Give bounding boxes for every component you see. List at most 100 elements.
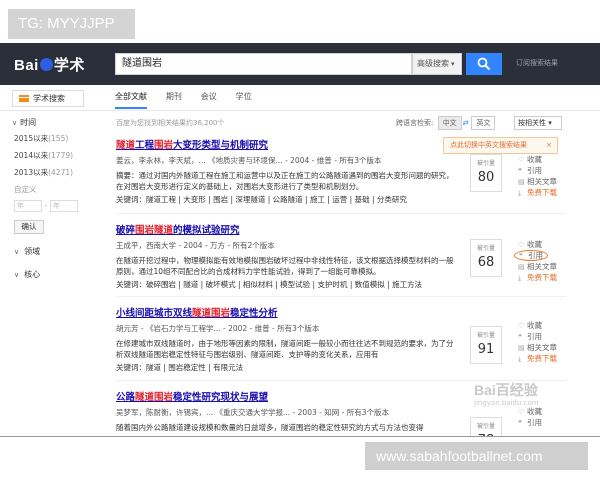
- document-icon: ▤: [518, 344, 525, 352]
- cite-action[interactable]: ❝ 引用: [518, 417, 542, 428]
- results-count: 百度为您找到相关结果约36,200个: [116, 119, 225, 127]
- title-part: 稳定性研究现状与展望: [173, 392, 269, 403]
- advanced-search-dropdown[interactable]: 高级搜索 ▾: [412, 53, 462, 75]
- lang-chinese-button[interactable]: 中文: [437, 116, 462, 130]
- favorite-action[interactable]: ♡ 收藏: [518, 239, 557, 250]
- citation-count-box[interactable]: 被引量 68: [470, 239, 502, 277]
- title-highlight: 隧道: [135, 392, 155, 403]
- result-divider: [116, 296, 566, 297]
- quote-icon: ❝: [519, 252, 523, 260]
- sort-label: 按相关性: [518, 119, 546, 127]
- cite-action[interactable]: ❝ 引用: [514, 250, 557, 261]
- year-filter-label: 2013以来: [14, 168, 49, 177]
- download-icon: ⤓: [518, 189, 522, 197]
- title-highlight: 隧道: [192, 308, 212, 319]
- citation-count: 91: [477, 342, 495, 357]
- result-title[interactable]: 公路隧道围岩稳定性研究现状与展望: [116, 389, 268, 403]
- citation-label: 被引量: [476, 332, 495, 339]
- heart-icon: ♡: [518, 322, 525, 330]
- academic-search-menu-button[interactable]: 学术搜索: [12, 90, 84, 107]
- document-icon: ▤: [518, 178, 525, 186]
- quote-icon: ❝: [518, 167, 522, 175]
- download-action[interactable]: ⤓ 免费下载: [518, 272, 557, 283]
- related-action[interactable]: ▤ 相关文章: [518, 261, 557, 272]
- result-abstract: 在修建城市双线隧道时，由于地形等因素的限制，隧道间距一般较小而往往达不到规范的要…: [116, 339, 454, 359]
- baidu-jingyan-watermark: Bai百经验: [474, 382, 538, 398]
- field-filter-header[interactable]: ∨ 领域: [14, 246, 100, 257]
- year-filter-item[interactable]: 2014以来(1779): [14, 150, 100, 161]
- time-filter-header[interactable]: ∨ 时间: [12, 117, 100, 128]
- favorite-action[interactable]: ♡ 收藏: [518, 320, 557, 331]
- time-filter-label: 时间: [20, 118, 37, 127]
- title-part: 稳定性分析: [230, 308, 278, 319]
- result-actions: ♡ 收藏 ❝ 引用 ▤ 相关文章 ⤓ 免费下载: [518, 154, 557, 198]
- action-label: 收藏: [527, 321, 542, 330]
- chevron-down-icon: ∨: [14, 271, 20, 279]
- document-icon: ▤: [518, 263, 525, 271]
- citation-label: 被引量: [476, 245, 495, 252]
- action-label: 引用: [527, 332, 542, 341]
- year-filter-count: (155): [48, 134, 69, 143]
- tab-journals[interactable]: 期刊: [166, 91, 182, 107]
- action-label: 免费下载: [527, 273, 557, 282]
- result-title[interactable]: 破碎围岩隧道的模拟试验研究: [116, 222, 240, 236]
- tab-degrees[interactable]: 学位: [236, 91, 252, 107]
- action-label: 收藏: [527, 155, 542, 164]
- favorite-action[interactable]: ♡ 收藏: [518, 154, 557, 165]
- custom-range-label: 自定义: [14, 185, 37, 194]
- favorite-action[interactable]: ♡ 收藏: [518, 406, 542, 417]
- citation-label: 被引量: [476, 423, 495, 430]
- result-item: 小线间距城市双线隧道围岩稳定性分析 胡元芳 - 《岩石力学与工程学... - 2…: [116, 305, 566, 373]
- menu-icon: [19, 95, 29, 102]
- title-part: 小线间距城市双线: [116, 308, 193, 319]
- search-button[interactable]: [466, 53, 502, 75]
- baidu-xueshu-logo[interactable]: Bai 学术: [14, 54, 85, 75]
- download-action[interactable]: ⤓ 免费下载: [518, 353, 557, 364]
- citation-count-box[interactable]: 被引量 80: [470, 154, 502, 192]
- download-action[interactable]: ⤓ 免费下载: [518, 187, 557, 198]
- cite-action[interactable]: ❝ 引用: [518, 331, 557, 342]
- search-icon: [477, 57, 491, 71]
- action-label: 免费下载: [527, 354, 557, 363]
- year-from-input[interactable]: 年: [14, 200, 42, 212]
- action-label: 相关文章: [527, 177, 557, 186]
- core-filter-label: 核心: [24, 270, 41, 279]
- result-keywords: 关键词：隧道工程 | 大变形 | 围岩 | 深埋隧道 | 公路隧道 | 施工 |…: [116, 195, 407, 204]
- citation-count-box[interactable]: 被引量 91: [470, 326, 502, 364]
- quote-icon: ❝: [518, 333, 522, 341]
- chevron-down-icon: ▾: [451, 60, 455, 68]
- swap-icon[interactable]: ⇄: [463, 119, 469, 127]
- year-filter-item[interactable]: 2015以来(155): [14, 133, 100, 144]
- download-icon: ⤓: [518, 355, 522, 363]
- year-filter-item[interactable]: 2013以来(4271): [14, 167, 100, 178]
- confirm-button[interactable]: 确认: [14, 220, 44, 234]
- title-part: 公路: [116, 392, 136, 403]
- year-to-input[interactable]: 年: [50, 200, 78, 212]
- advanced-search-label: 高级搜索: [417, 59, 449, 68]
- result-divider: [116, 213, 566, 214]
- year-filter-label: 2014以来: [14, 151, 49, 160]
- lang-english-button[interactable]: 英文: [471, 116, 496, 130]
- title-highlight: 围岩: [154, 140, 174, 151]
- year-filter-count: (4271): [48, 168, 74, 177]
- sort-dropdown[interactable]: 按相关性 ▾: [514, 116, 562, 130]
- logo-text: Bai: [14, 57, 39, 74]
- tab-conferences[interactable]: 会议: [201, 91, 217, 107]
- subscribe-link[interactable]: 订阅搜索结果: [516, 58, 558, 68]
- heart-icon: ♡: [518, 241, 525, 249]
- watermark-tag: TG: MYYJJPP: [8, 9, 135, 39]
- related-action[interactable]: ▤ 相关文章: [518, 176, 557, 187]
- year-filter-count: (1779): [48, 151, 74, 160]
- doc-type-tabs: 全部文献 期刊 会议 学位: [115, 91, 268, 109]
- citation-count: 68: [477, 255, 495, 270]
- chevron-down-icon: ∨: [14, 248, 20, 256]
- tab-all-docs[interactable]: 全部文献: [115, 91, 147, 109]
- result-title[interactable]: 隧道工程围岩大变形类型与机制研究: [116, 137, 268, 151]
- related-action[interactable]: ▤ 相关文章: [518, 342, 557, 353]
- result-abstract: 随着国内外公路隧道建设规模和数量的日益增多，隧道围岩的稳定性研究的方式与方法也变…: [116, 423, 424, 432]
- result-title[interactable]: 小线间距城市双线隧道围岩稳定性分析: [116, 305, 278, 319]
- search-input[interactable]: 隧道围岩: [115, 53, 412, 75]
- filter-sidebar: ∨ 时间 2015以来(155) 2014以来(1779) 2013以来(4271…: [12, 117, 100, 292]
- cite-action[interactable]: ❝ 引用: [518, 165, 557, 176]
- core-filter-header[interactable]: ∨ 核心: [14, 269, 100, 280]
